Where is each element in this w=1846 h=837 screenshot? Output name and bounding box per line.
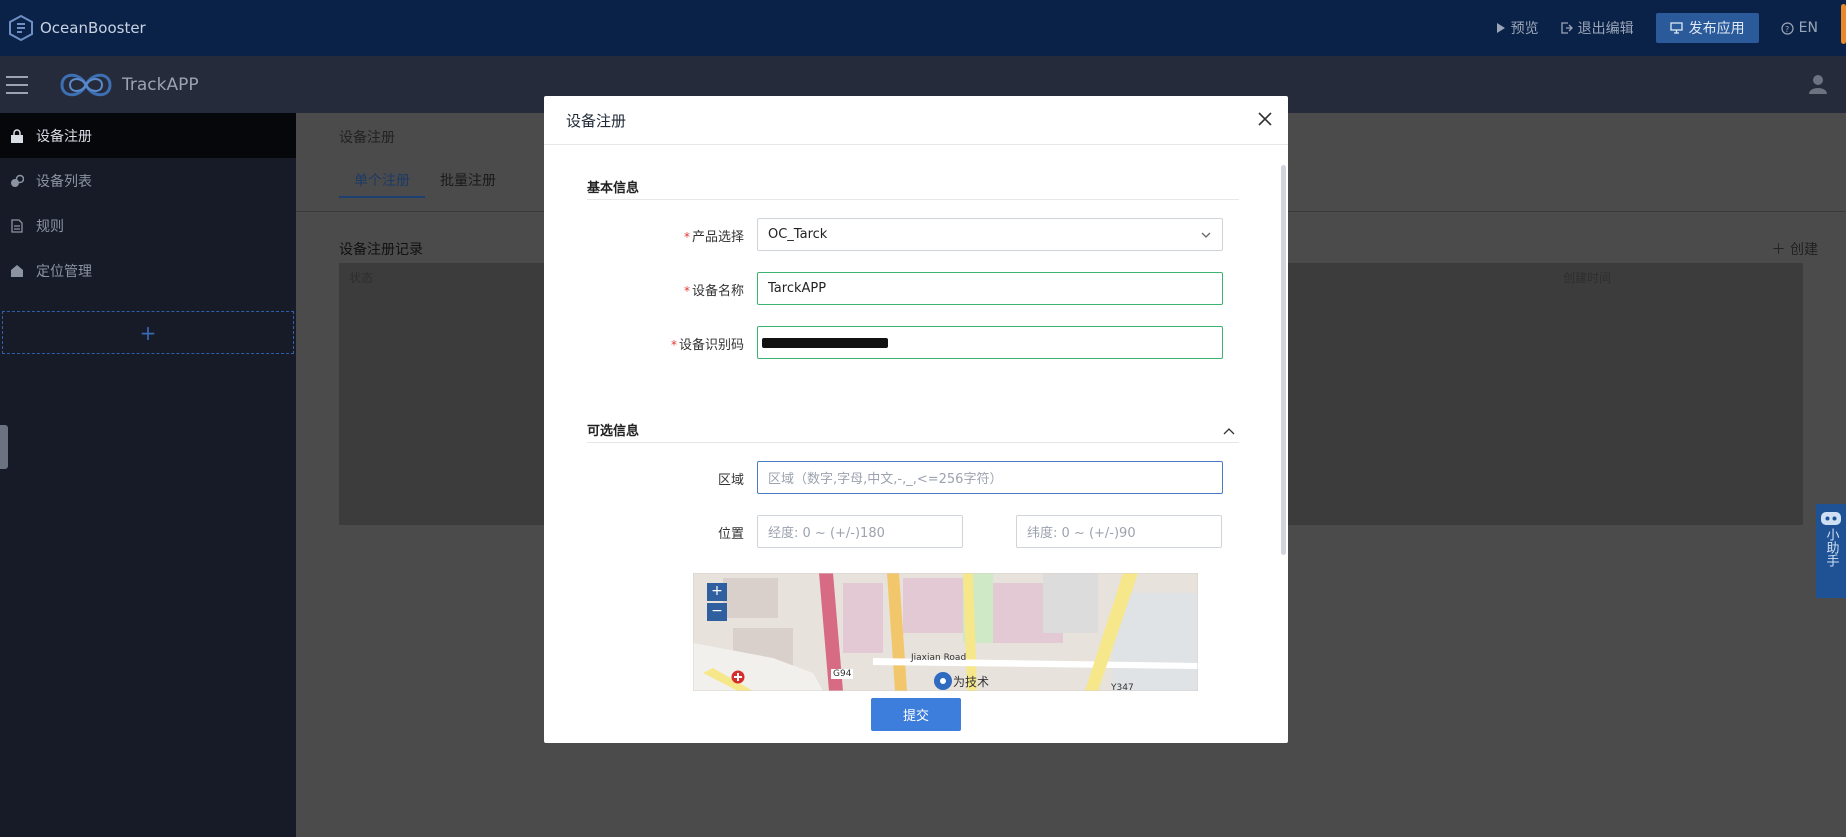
brand[interactable]: OceanBooster <box>8 14 146 42</box>
map-pin-icon <box>934 672 952 690</box>
publish-button[interactable]: 发布应用 <box>1655 13 1759 43</box>
assistant-label: 小助手 <box>1823 528 1839 567</box>
monitor-icon <box>1670 22 1683 34</box>
tab-batch-register[interactable]: 批量注册 <box>425 166 511 198</box>
map-road-label: Jiaxian Road <box>911 653 967 663</box>
language-switch[interactable]: ? EN <box>1781 20 1818 36</box>
redacted-value <box>762 337 888 348</box>
map-road-label-2: Y347 <box>1111 683 1134 691</box>
play-icon <box>1496 23 1505 33</box>
position-label: 位置 <box>717 527 744 542</box>
help-icon: ? <box>1781 21 1794 35</box>
user-icon[interactable] <box>1808 74 1828 94</box>
chevron-up-icon[interactable] <box>1222 424 1236 438</box>
oceanbooster-logo-icon <box>9 14 33 42</box>
zoom-out-button[interactable]: − <box>707 603 727 621</box>
device-name-label: * 设备名称 <box>683 284 744 299</box>
dialog-scrollbar[interactable] <box>1281 165 1286 555</box>
page-title: 设备注册 <box>339 130 395 146</box>
product-label: * 产品选择 <box>683 230 744 245</box>
chevron-down-icon <box>1201 232 1211 238</box>
section-divider <box>587 442 1239 443</box>
device-register-dialog: 设备注册 基本信息 * 产品选择 OC_Tarck * 设备名称 TarckAPP … <box>544 96 1288 743</box>
create-button[interactable]: ＋ 创建 <box>1772 239 1818 259</box>
add-menu-button[interactable]: + <box>2 311 294 354</box>
product-select[interactable]: OC_Tarck <box>757 218 1223 251</box>
device-name-input[interactable]: TarckAPP <box>757 272 1223 305</box>
latitude-input[interactable]: 纬度: 0 ~ (+/-)90 <box>1016 515 1222 548</box>
zoom-in-button[interactable]: + <box>707 583 727 601</box>
location-icon <box>11 264 23 277</box>
table-header-created: 创建时间 <box>1563 271 1612 285</box>
map-highway-label: G94 <box>831 669 854 679</box>
svg-text:?: ? <box>1785 25 1789 34</box>
region-label: 区域 <box>717 473 744 488</box>
hospital-icon <box>731 670 745 684</box>
top-bar: OceanBooster 预览 退出编辑 发布应用 ? EN <box>0 0 1846 56</box>
sidebar-item-rules[interactable]: 规则 <box>0 203 296 248</box>
dialog-title: 设备注册 <box>544 96 1288 145</box>
map-zoom-controls: + − <box>707 583 727 621</box>
section-divider <box>587 199 1239 200</box>
assistant-button[interactable]: 小助手 <box>1816 504 1846 598</box>
brand-name: OceanBooster <box>40 19 146 37</box>
menu-icon[interactable] <box>6 75 28 94</box>
plus-icon: ＋ <box>1771 242 1790 258</box>
tab-single-register[interactable]: 单个注册 <box>339 166 425 198</box>
tab-bar: 单个注册 批量注册 <box>339 166 511 198</box>
optional-section-title: 可选信息 <box>587 424 640 439</box>
longitude-input[interactable]: 经度: 0 ~ (+/-)180 <box>757 515 963 548</box>
sidebar-handle[interactable] <box>0 425 8 469</box>
basic-section-title: 基本信息 <box>587 181 640 196</box>
location-map[interactable]: + − Jiaxian Road G94 Y347 为技术 <box>693 573 1198 691</box>
record-title: 设备注册记录 <box>339 242 423 258</box>
trackapp-logo-icon <box>60 73 112 96</box>
close-icon[interactable] <box>1256 110 1274 128</box>
map-poi-label: 为技术 <box>953 675 990 689</box>
region-input[interactable]: 区域（数字,字母,中文,-,_,<=256字符） <box>757 461 1223 494</box>
preview-button[interactable]: 预览 <box>1496 18 1539 38</box>
edge-indicator <box>1841 4 1846 44</box>
robot-icon <box>1821 512 1841 525</box>
app-title: TrackAPP <box>122 74 199 95</box>
device-id-label: * 设备识别码 <box>670 338 744 353</box>
sidebar-item-device-list[interactable]: 设备列表 <box>0 158 296 203</box>
document-icon <box>11 218 23 233</box>
exit-icon <box>1561 22 1573 34</box>
sidebar-item-location[interactable]: 定位管理 <box>0 248 296 293</box>
sidebar: 设备注册 设备列表 规则 定位管理 + <box>0 113 296 837</box>
link-icon <box>11 174 24 187</box>
device-id-input[interactable] <box>757 326 1223 359</box>
lock-icon <box>11 128 23 143</box>
table-header-status: 状态 <box>349 271 374 285</box>
exit-edit-button[interactable]: 退出编辑 <box>1561 18 1634 38</box>
sidebar-item-device-register[interactable]: 设备注册 <box>0 113 296 158</box>
submit-button[interactable]: 提交 <box>871 698 961 731</box>
